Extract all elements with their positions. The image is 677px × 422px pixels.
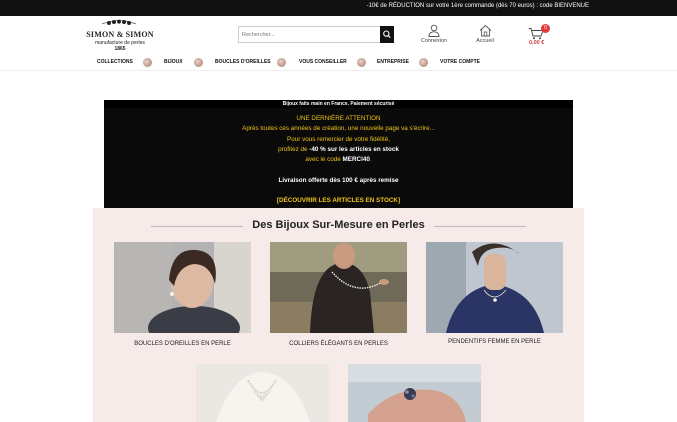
cart-link[interactable]: 0 0,00 €: [522, 24, 558, 52]
pearl-icon: [419, 58, 428, 67]
earrings-card-caption[interactable]: Boucles d'oreilles en perle: [114, 341, 251, 347]
nav-entreprise[interactable]: Entreprise: [377, 59, 409, 65]
home-icon: [479, 24, 491, 37]
promo-text-3: profitez de -40 % sur les articles en st…: [104, 146, 573, 154]
title-divider-right: [434, 226, 526, 227]
cart-amount: 0,00 €: [529, 40, 545, 46]
promo-top-message: -10€ de RÉDUCTION sur votre 1ère command…: [366, 3, 589, 9]
account-link[interactable]: Connexion: [417, 24, 451, 48]
promo-text-2: Pour vous remercier de votre fidélité,: [287, 136, 390, 143]
account-label: Connexion: [420, 38, 448, 44]
nav-bijoux[interactable]: Bijoux: [164, 59, 183, 65]
pendants-card-caption[interactable]: Pendentifs femme en perle: [426, 339, 563, 345]
pearl-icon: [277, 58, 286, 67]
site-logo[interactable]: SIMON & SIMON manufacture de perles 1865: [84, 18, 156, 54]
earrings-card-image[interactable]: [114, 242, 251, 333]
nav-vous-conseiller[interactable]: Vous conseiller: [299, 59, 347, 65]
nav-divider: [0, 70, 677, 71]
nav-collections[interactable]: Collections: [97, 59, 133, 65]
home-link[interactable]: Accueil: [468, 24, 502, 48]
promo-text-4c: .: [369, 156, 372, 163]
pendants-card-image[interactable]: [426, 242, 563, 333]
promo-text-4a: avec le code: [305, 156, 343, 163]
home-label: Accueil: [476, 38, 494, 44]
promo-cta-link[interactable]: [DÉCOUVRIR LES ARTICLES EN STOCK]: [104, 197, 573, 205]
cart-count-badge: 0: [541, 24, 550, 33]
promo-headline: UNE DERNIÈRE ATTENTION: [296, 115, 381, 122]
promo-shipping: Livraison offerte dès 100 € après remise: [278, 177, 399, 184]
promo-text-4: avec le code MERCI40.: [104, 156, 573, 164]
search-input[interactable]: [242, 28, 374, 41]
main-nav: Collections Bijoux Boucles d'oreilles Vo…: [0, 56, 677, 70]
nav-votre-compte[interactable]: Votre compte: [440, 59, 480, 65]
promo-banner: Bijoux faits main en France. Paiement sé…: [104, 100, 573, 208]
promo-banner-header: Bijoux faits main en France. Paiement sé…: [104, 100, 573, 108]
section-title: Des Bijoux Sur-Mesure en Perles: [252, 219, 425, 231]
featured-section: Des Bijoux Sur-Mesure en Perles Boucles …: [93, 208, 584, 422]
promo-top-bar: -10€ de RÉDUCTION sur votre 1ère command…: [0, 0, 677, 16]
pearl-jewelry-image[interactable]: [196, 364, 329, 422]
user-icon: [428, 24, 440, 37]
search-icon: [383, 30, 391, 39]
pearl-icon: [357, 58, 366, 67]
logo-year: 1865: [114, 46, 126, 52]
nav-boucles-doreilles[interactable]: Boucles d'oreilles: [215, 59, 271, 65]
pearl-icon: [194, 58, 203, 67]
promo-code: MERCI40: [342, 156, 370, 163]
necklaces-card-caption[interactable]: Colliers élégants en perles: [270, 341, 407, 347]
pearls-logo-icon: [101, 19, 137, 25]
necklaces-card-image[interactable]: [270, 242, 407, 333]
ring-jewelry-image[interactable]: [348, 364, 481, 422]
search-button[interactable]: [380, 26, 394, 43]
promo-text-1: Après toutes ces années de création, une…: [242, 125, 435, 132]
promo-text-3a: profitez de: [278, 146, 310, 153]
search-box: [238, 26, 394, 43]
pearl-icon: [143, 58, 152, 67]
promo-discount: -40 % sur les articles en stock: [309, 146, 399, 153]
site-header: SIMON & SIMON manufacture de perles 1865…: [0, 16, 677, 56]
logo-name: SIMON & SIMON: [86, 30, 154, 39]
